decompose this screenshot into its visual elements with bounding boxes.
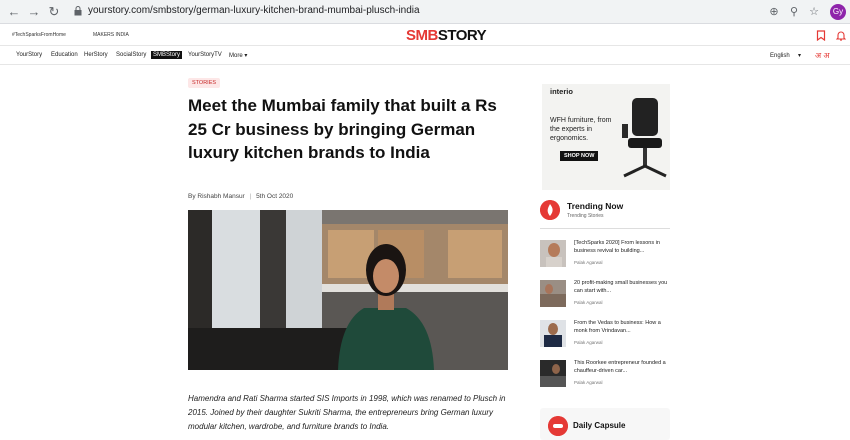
trending-item-title: This Roorkee entrepreneur founded a chau… bbox=[574, 360, 666, 374]
flame-icon bbox=[540, 200, 560, 220]
nav-herstory[interactable]: HerStory bbox=[84, 52, 108, 58]
author-name[interactable]: By Rishabh Mansur bbox=[188, 193, 245, 200]
trending-item-author: Palak Agarwal bbox=[574, 260, 603, 265]
hashtag-link[interactable]: #TechSparksFromHome bbox=[12, 32, 66, 38]
trending-header: Trending Now Trending Stories bbox=[540, 198, 672, 222]
article-intro: Hamendra and Rati Sharma started SIS Imp… bbox=[188, 394, 506, 431]
caret-down-icon: ▾ bbox=[798, 53, 802, 59]
language-select[interactable]: English ▾ bbox=[770, 52, 801, 59]
article-thumbnail bbox=[540, 320, 566, 347]
star-icon[interactable]: ☆ bbox=[806, 4, 822, 20]
trending-item-title: 20 profit-making small businesses you ca… bbox=[574, 280, 668, 294]
ad-text: WFH furniture, from the experts in ergon… bbox=[550, 117, 612, 142]
divider bbox=[540, 228, 670, 229]
trending-item-author: Palak Agarwal bbox=[574, 340, 603, 345]
font-size-toggle[interactable]: अ अ bbox=[815, 50, 829, 61]
hero-image bbox=[188, 210, 508, 370]
capsule-icon bbox=[548, 416, 568, 436]
trending-item[interactable]: This Roorkee entrepreneur founded a chau… bbox=[540, 360, 672, 390]
nav-yourstorytv[interactable]: YourStoryTV bbox=[188, 52, 222, 58]
zoom-icon[interactable]: ⚲ bbox=[786, 4, 802, 20]
top-strip: #TechSparksFromHome MAKERS INDIA SMBSTOR… bbox=[0, 24, 850, 46]
trending-subtitle: Trending Stories bbox=[567, 213, 604, 219]
nav-education[interactable]: Education bbox=[51, 52, 78, 58]
article-thumbnail bbox=[540, 240, 566, 267]
publish-date: 5th Oct 2020 bbox=[256, 193, 294, 200]
article-thumbnail bbox=[540, 360, 566, 387]
interio-ad[interactable]: interio WFH furniture, from the experts … bbox=[542, 84, 670, 190]
url-text: yourstory.com/smbstory/german-luxury-kit… bbox=[88, 5, 420, 16]
nav-socialstory[interactable]: SocialStory bbox=[116, 52, 146, 58]
back-icon[interactable]: ← bbox=[6, 4, 22, 20]
hero-photo bbox=[188, 210, 508, 370]
address-bar[interactable]: yourstory.com/smbstory/german-luxury-kit… bbox=[68, 3, 760, 21]
makers-india-link[interactable]: MAKERS INDIA bbox=[93, 32, 129, 38]
smbstory-logo[interactable]: SMBSTORY bbox=[406, 27, 487, 44]
article-headline: Meet the Mumbai family that built a Rs 2… bbox=[188, 96, 497, 162]
nav-smbstory[interactable]: SMBStory bbox=[151, 51, 183, 59]
bell-icon[interactable] bbox=[836, 30, 846, 41]
trending-item-author: Palak Agarwal bbox=[574, 300, 603, 305]
caret-down-icon: ▾ bbox=[244, 53, 248, 59]
byline: By Rishabh Mansur | 5th Oct 2020 bbox=[188, 193, 294, 200]
article-thumbnail bbox=[540, 280, 566, 307]
daily-capsule-label: Daily Capsule bbox=[573, 421, 626, 430]
lock-icon bbox=[74, 6, 82, 16]
browser-toolbar: ← → ↻ yourstory.com/smbstory/german-luxu… bbox=[0, 0, 850, 24]
main-nav: YourStory Education HerStory SocialStory… bbox=[0, 47, 850, 65]
trending-item-title: From the Vedas to business: How a monk f… bbox=[574, 320, 661, 334]
trending-item[interactable]: 20 profit-making small businesses you ca… bbox=[540, 280, 672, 310]
profile-avatar[interactable]: Gy bbox=[830, 4, 846, 20]
trending-item[interactable]: [TechSparks 2020] From lessons in busine… bbox=[540, 240, 672, 270]
trending-item-author: Palak Agarwal bbox=[574, 380, 603, 385]
shop-now-button[interactable]: SHOP NOW bbox=[560, 151, 599, 161]
forward-icon[interactable]: → bbox=[26, 4, 42, 20]
trending-item-title: [TechSparks 2020] From lessons in busine… bbox=[574, 240, 660, 254]
trending-title: Trending Now bbox=[567, 201, 624, 211]
trending-item[interactable]: From the Vedas to business: How a monk f… bbox=[540, 320, 672, 350]
add-icon[interactable]: ⊕ bbox=[766, 4, 782, 20]
nav-more[interactable]: More ▾ bbox=[229, 52, 247, 59]
category-badge[interactable]: STORIES bbox=[188, 78, 221, 88]
daily-capsule[interactable]: Daily Capsule bbox=[540, 408, 670, 440]
bookmark-icon[interactable] bbox=[816, 30, 826, 41]
nav-yourstory[interactable]: YourStory bbox=[16, 52, 42, 58]
reload-icon[interactable]: ↻ bbox=[46, 4, 62, 20]
